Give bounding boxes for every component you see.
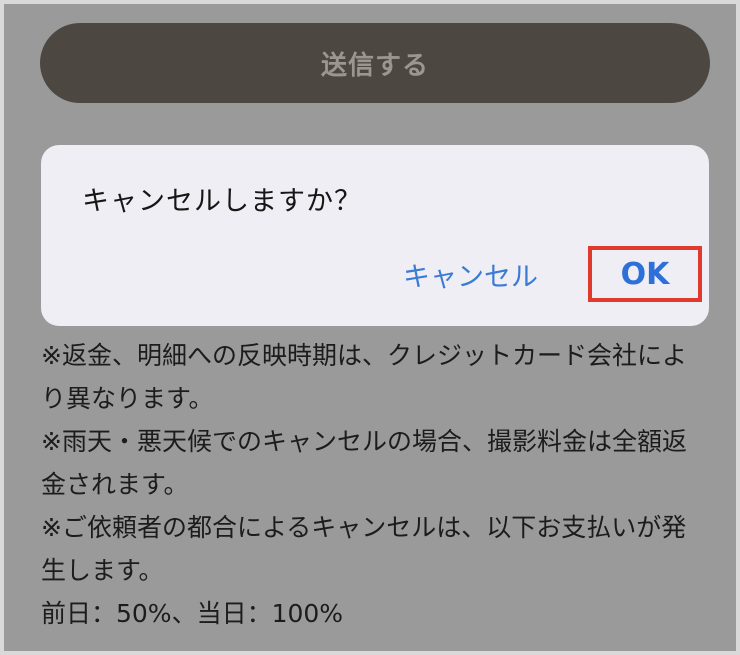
confirm-dialog: キャンセルしますか？ キャンセル OK bbox=[41, 145, 709, 326]
cancellation-notes: ※返金、明細への反映時期は、クレジットカード会社により異なります。 ※雨天・悪天… bbox=[41, 334, 706, 635]
dialog-ok-label: OK bbox=[620, 256, 670, 292]
note-line: ※雨天・悪天候でのキャンセルの場合、撮影料金は全額返金されます。 bbox=[41, 427, 687, 499]
dialog-message: キャンセルしますか？ bbox=[82, 186, 362, 217]
dialog-ok-button[interactable]: OK bbox=[588, 246, 702, 302]
note-line: ※返金、明細への反映時期は、クレジットカード会社により異なります。 bbox=[41, 341, 687, 413]
dialog-cancel-button[interactable]: キャンセル bbox=[403, 255, 538, 294]
note-line: 前日：50%、当日：100% bbox=[41, 599, 344, 628]
screen: 送信する ※返金、明細への反映時期は、クレジットカード会社により異なります。 ※… bbox=[4, 4, 736, 651]
submit-button[interactable]: 送信する bbox=[40, 23, 710, 103]
submit-button-label: 送信する bbox=[320, 50, 429, 81]
note-line: ※ご依頼者の都合によるキャンセルは、以下お支払いが発生します。 bbox=[41, 513, 687, 585]
